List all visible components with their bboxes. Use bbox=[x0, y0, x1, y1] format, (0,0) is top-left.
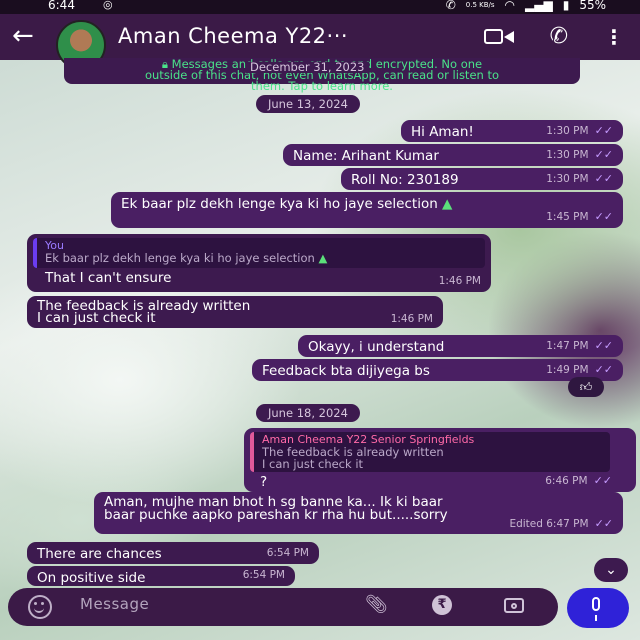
outgoing-message[interactable]: Feedback bta dijiyega bs 1:49 PM ✓✓ bbox=[252, 359, 623, 381]
message-time: 6:54 PM bbox=[266, 547, 309, 559]
encryption-line-3: them. Tap to learn more. bbox=[251, 79, 393, 93]
date-pill-overlay: December 31, 2023 bbox=[246, 61, 369, 73]
contact-name[interactable]: Aman Cheema Y22··· bbox=[118, 24, 348, 48]
video-call-icon[interactable] bbox=[483, 26, 514, 48]
outgoing-message[interactable]: Okayy, i understand 1:47 PM ✓✓ bbox=[298, 335, 623, 357]
status-bar: 6:44 ◎ ✆ 0.5 KB/s ◠ ▂▄▆ ▮ 55% bbox=[0, 0, 640, 14]
outgoing-message[interactable]: Ek baar plz dekh lenge kya ki ho jaye se… bbox=[111, 192, 623, 228]
voice-call-icon[interactable]: ✆ bbox=[550, 24, 568, 49]
read-ticks-icon: ✓✓ bbox=[594, 517, 613, 530]
message-time: 1:45 PM bbox=[546, 211, 589, 223]
outgoing-message[interactable]: Roll No: 230189 1:30 PM ✓✓ bbox=[341, 168, 623, 190]
outgoing-message[interactable]: Name: Arihant Kumar 1:30 PM ✓✓ bbox=[283, 144, 623, 166]
outgoing-message[interactable]: Hi Aman! 1:30 PM ✓✓ bbox=[401, 120, 623, 142]
message-time: 1:30 PM bbox=[546, 173, 589, 185]
message-time: 1:30 PM bbox=[546, 125, 589, 137]
edited-label: Edited bbox=[509, 518, 543, 530]
back-arrow-icon[interactable]: ← bbox=[12, 22, 34, 50]
read-ticks-icon: ✓✓ bbox=[594, 363, 613, 376]
read-ticks-icon: ✓✓ bbox=[593, 474, 612, 487]
quoted-message[interactable]: You Ek baar plz dekh lenge kya ki ho jay… bbox=[33, 238, 485, 268]
message-text: Feedback bta dijiyega bs bbox=[262, 363, 430, 379]
message-text: Roll No: 230189 bbox=[351, 172, 459, 188]
quoted-message[interactable]: Aman Cheema Y22 Senior Springfields The … bbox=[250, 432, 610, 472]
incoming-message[interactable]: On positive side 6:54 PM bbox=[27, 566, 295, 586]
message-time: 6:47 PM bbox=[546, 518, 589, 530]
message-text: On positive side bbox=[37, 570, 146, 586]
incoming-message[interactable]: You Ek baar plz dekh lenge kya ki ho jay… bbox=[27, 234, 491, 292]
tree-emoji-icon: ▲ bbox=[314, 251, 328, 265]
battery-percent: 55% bbox=[579, 0, 606, 12]
incoming-message[interactable]: The feedback is already written I can ju… bbox=[27, 296, 443, 328]
mic-icon bbox=[592, 597, 600, 621]
outgoing-message[interactable]: Aman, mujhe man bhot h sg banne ka... Ik… bbox=[94, 492, 623, 534]
emoji-icon[interactable] bbox=[28, 595, 52, 619]
incoming-message[interactable]: There are chances 6:54 PM bbox=[27, 542, 319, 564]
camera-icon[interactable] bbox=[504, 598, 524, 613]
instagram-icon: ◎ bbox=[103, 0, 113, 11]
message-text: Okayy, i understand bbox=[308, 339, 445, 355]
message-time: 1:49 PM bbox=[546, 364, 589, 376]
wifi-call-icon: ✆ bbox=[445, 0, 456, 12]
message-time: 6:46 PM bbox=[545, 475, 588, 487]
payment-rupee-icon[interactable]: ₹ bbox=[432, 595, 452, 615]
message-input[interactable]: Message bbox=[80, 595, 149, 613]
signal-icon: ▂▄▆ bbox=[525, 0, 553, 12]
attach-icon[interactable]: 📎︎ bbox=[365, 594, 388, 615]
quote-line-2: I can just check it bbox=[262, 457, 364, 471]
read-ticks-icon: ✓✓ bbox=[594, 124, 613, 137]
message-time: 1:30 PM bbox=[546, 149, 589, 161]
read-ticks-icon: ✓✓ bbox=[594, 339, 613, 352]
message-text: Hi Aman! bbox=[411, 124, 474, 140]
message-time: 6:54 PM bbox=[242, 569, 285, 581]
tree-emoji-icon: ▲ bbox=[437, 196, 453, 212]
more-options-icon[interactable]: ⋮ bbox=[604, 25, 624, 49]
message-time: 1:46 PM bbox=[390, 313, 433, 325]
mic-button[interactable] bbox=[567, 588, 629, 628]
read-ticks-icon: ✓✓ bbox=[594, 210, 613, 223]
message-composer: Message 📎︎ ₹ bbox=[8, 588, 558, 626]
message-text: That I can't ensure bbox=[45, 270, 172, 286]
encryption-notice[interactable]: 🔒︎ Messages and calls are end-to-end enc… bbox=[64, 58, 580, 92]
chat-header: ← Aman Cheema Y22··· ✆ ⋮ bbox=[0, 14, 640, 70]
date-separator: June 13, 2024 bbox=[256, 95, 360, 113]
date-separator: June 18, 2024 bbox=[256, 404, 360, 422]
quote-text: Ek baar plz dekh lenge kya ki ho jaye se… bbox=[45, 251, 315, 265]
read-ticks-icon: ✓✓ bbox=[594, 172, 613, 185]
message-text: Name: Arihant Kumar bbox=[293, 148, 439, 164]
outgoing-message[interactable]: Aman Cheema Y22 Senior Springfields The … bbox=[244, 428, 636, 492]
wifi-icon: ◠ bbox=[504, 0, 516, 12]
network-speed: 0.5 KB/s bbox=[465, 0, 495, 9]
read-ticks-icon: ✓✓ bbox=[594, 148, 613, 161]
message-time: 1:47 PM bbox=[546, 340, 589, 352]
status-time: 6:44 bbox=[48, 0, 75, 12]
scroll-down-chevron-icon[interactable]: ⌄ bbox=[594, 558, 628, 582]
message-text: There are chances bbox=[37, 546, 162, 562]
thumbs-up-reaction-icon[interactable]: 👍︎ bbox=[568, 377, 604, 397]
message-time: 1:46 PM bbox=[438, 275, 481, 287]
message-text: Ek baar plz dekh lenge kya ki ho jaye se… bbox=[121, 196, 438, 212]
battery-icon: ▮ bbox=[562, 0, 570, 12]
